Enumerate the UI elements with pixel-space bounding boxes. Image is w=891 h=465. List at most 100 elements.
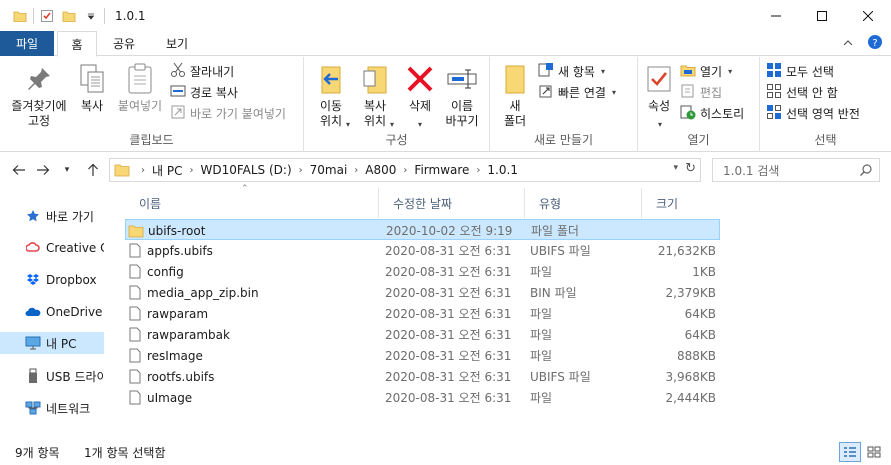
copy-path-button[interactable]: 경로 복사	[170, 82, 238, 102]
history-button[interactable]: 히스토리	[680, 103, 744, 123]
chevron-right-icon[interactable]: ›	[354, 165, 358, 176]
table-row[interactable]: rawparambak 2020-08-31 오전 6:31 파일 64KB	[125, 324, 720, 345]
column-header-type[interactable]: 유형	[525, 188, 642, 218]
invert-selection-button[interactable]: 선택 영역 반전	[766, 103, 860, 123]
chevron-right-icon[interactable]: ›	[189, 165, 193, 176]
quick-access-toolbar	[0, 0, 107, 31]
rename-label: 이름 바꾸기	[445, 99, 479, 128]
open-button[interactable]: 열기 ▾	[680, 61, 732, 81]
tab-share[interactable]: 공유	[102, 31, 146, 56]
properties-icon[interactable]	[36, 0, 58, 31]
table-row[interactable]: appfs.ubifs 2020-08-31 오전 6:31 UBIFS 파일 …	[125, 240, 720, 261]
breadcrumb-item[interactable]: A800	[365, 163, 396, 177]
paste-button[interactable]: 붙여넣기	[114, 61, 166, 114]
file-type: 파일 폴더	[531, 224, 579, 238]
move-to-icon	[310, 61, 352, 97]
recent-locations-button[interactable]: ▾	[56, 159, 78, 181]
breadcrumb-item[interactable]: 70mai	[310, 163, 348, 177]
chevron-right-icon[interactable]: ›	[299, 165, 303, 176]
chevron-down-icon: ▾	[390, 120, 395, 129]
table-row[interactable]: uImage 2020-08-31 오전 6:31 파일 2,444KB	[125, 387, 720, 408]
forward-button[interactable]	[32, 159, 54, 181]
table-row[interactable]: rawparam 2020-08-31 오전 6:31 파일 64KB	[125, 303, 720, 324]
customize-dropdown-icon[interactable]	[80, 0, 102, 31]
large-icons-view-icon	[867, 446, 881, 458]
column-header-size[interactable]: 크기	[642, 188, 720, 218]
nav-item-quick-access[interactable]: 바로 가기	[0, 205, 104, 227]
nav-item-this-pc[interactable]: 내 PC	[0, 332, 104, 354]
file-name: rootfs.ubifs	[147, 369, 215, 384]
properties-button[interactable]: 속성 ▾	[642, 61, 676, 129]
folder-icon[interactable]	[9, 0, 31, 31]
edit-label: 편집	[700, 85, 723, 100]
table-row[interactable]: rootfs.ubifs 2020-08-31 오전 6:31 UBIFS 파일…	[125, 366, 720, 387]
address-bar[interactable]: › 내 PC › WD10FALS (D:) › 70mai › A800 › …	[109, 158, 701, 182]
new-folder-icon[interactable]	[58, 0, 80, 31]
delete-button[interactable]: 삭제 ▾	[402, 61, 438, 129]
file-icon	[127, 264, 143, 280]
paste-shortcut-button[interactable]: 바로 가기 붙여넣기	[170, 103, 286, 123]
refresh-icon[interactable]: ↻	[685, 161, 696, 176]
copy-button[interactable]: 복사	[76, 61, 108, 114]
select-none-button[interactable]: 선택 안 함	[766, 82, 838, 102]
rename-button[interactable]: 이름 바꾸기	[442, 61, 482, 129]
copy-label: 복사	[80, 99, 104, 113]
file-size: 2,379KB	[665, 285, 716, 300]
nav-item-label: USB 드라이	[46, 369, 104, 384]
file-list: ⌃ 이름 수정한 날짜 유형 크기 ubifs-root 2020-10-02 …	[110, 184, 890, 432]
close-button[interactable]	[845, 0, 891, 31]
tab-file[interactable]: 파일	[0, 31, 54, 56]
new-item-icon	[538, 62, 554, 81]
pin-icon	[4, 61, 74, 97]
nav-item-usb-drive[interactable]: USB 드라이	[0, 365, 104, 387]
search-box[interactable]: 1.0.1 검색	[712, 158, 880, 182]
help-icon[interactable]: ?	[867, 34, 883, 53]
table-row[interactable]: resImage 2020-08-31 오전 6:31 파일 888KB	[125, 345, 720, 366]
details-view-button[interactable]	[839, 442, 861, 462]
new-folder-icon	[498, 61, 532, 97]
select-all-button[interactable]: 모두 선택	[766, 61, 834, 81]
breadcrumb-item[interactable]: 1.0.1	[487, 163, 518, 177]
back-button[interactable]	[8, 159, 30, 181]
breadcrumb-item[interactable]: WD10FALS (D:)	[200, 163, 291, 177]
tab-home[interactable]: 홈	[57, 31, 97, 57]
open-folder-icon	[680, 62, 696, 81]
file-size: 2,444KB	[665, 390, 716, 405]
column-header-date[interactable]: 수정한 날짜	[379, 188, 525, 218]
file-icon	[127, 327, 143, 343]
file-name: appfs.ubifs	[147, 243, 213, 258]
edit-button[interactable]: 편집	[680, 82, 722, 102]
table-row[interactable]: ubifs-root 2020-10-02 오전 9:19 파일 폴더	[125, 219, 720, 240]
nav-item-creative-cloud[interactable]: Creative Cl	[0, 237, 104, 259]
large-icons-view-button[interactable]	[863, 442, 885, 462]
up-button[interactable]	[82, 159, 104, 181]
file-date: 2020-08-31 오전 6:31	[385, 349, 512, 363]
move-to-button[interactable]: 이동 위치 ▾	[310, 61, 352, 129]
minimize-button[interactable]	[753, 0, 799, 31]
table-row[interactable]: media_app_zip.bin 2020-08-31 오전 6:31 BIN…	[125, 282, 720, 303]
window-controls	[753, 0, 891, 31]
chevron-down-icon: ▾	[64, 165, 70, 175]
column-header-name[interactable]: 이름	[125, 188, 379, 218]
pin-label: 즐겨찾기에 고정	[11, 99, 67, 128]
nav-item-network[interactable]: 네트워크	[0, 397, 104, 419]
table-row[interactable]: config 2020-08-31 오전 6:31 파일 1KB	[125, 261, 720, 282]
tab-view[interactable]: 보기	[153, 31, 201, 56]
chevron-right-icon[interactable]: ›	[403, 165, 407, 176]
breadcrumb-item[interactable]: 내 PC	[152, 162, 182, 179]
cut-button[interactable]: 잘라내기	[170, 61, 234, 81]
easy-access-button[interactable]: 빠른 연결 ▾	[538, 82, 616, 102]
nav-item-onedrive[interactable]: OneDrive	[0, 301, 104, 323]
file-icon	[127, 390, 143, 406]
nav-item-dropbox[interactable]: Dropbox	[0, 269, 104, 291]
address-dropdown-icon[interactable]: ▾	[673, 163, 678, 173]
new-item-button[interactable]: 새 항목 ▾	[538, 61, 605, 81]
pin-to-quick-access-button[interactable]: 즐겨찾기에 고정	[4, 61, 74, 129]
breadcrumb-item[interactable]: Firmware	[414, 163, 469, 177]
new-folder-button[interactable]: 새 폴더	[498, 61, 532, 129]
file-date: 2020-08-31 오전 6:31	[385, 370, 512, 384]
chevron-right-icon[interactable]: ›	[476, 165, 480, 176]
copy-to-button[interactable]: 복사 위치 ▾	[354, 61, 396, 129]
maximize-button[interactable]	[799, 0, 845, 31]
collapse-ribbon-icon[interactable]	[843, 37, 853, 51]
